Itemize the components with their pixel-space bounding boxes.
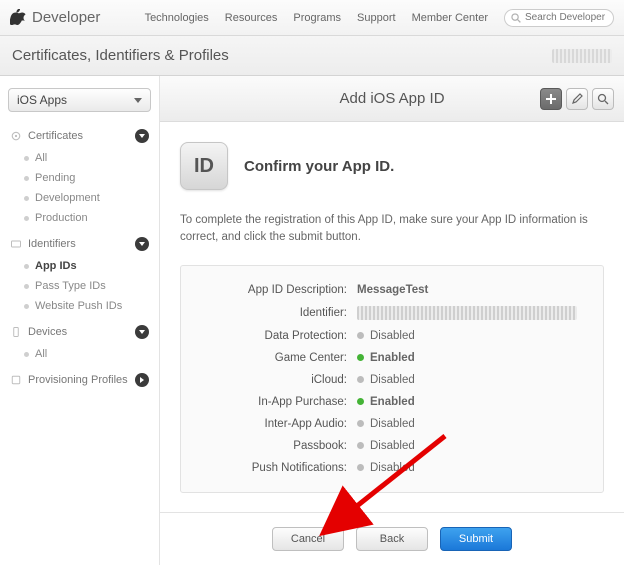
nav-link-technologies[interactable]: Technologies <box>145 12 209 24</box>
platform-selector-label: iOS Apps <box>17 93 67 107</box>
row-data-protection: Data Protection: Disabled <box>197 330 587 342</box>
platform-selector[interactable]: iOS Apps <box>8 88 151 112</box>
nav-group-identifiers: Identifiers App IDs Pass Type IDs Websit… <box>0 230 159 318</box>
nav-header-identifiers[interactable]: Identifiers <box>0 232 159 256</box>
top-nav: Developer Technologies Resources Program… <box>0 0 624 36</box>
hero: ID Confirm your App ID. <box>180 142 604 190</box>
sidebar: iOS Apps Certificates All Pending Develo… <box>0 76 160 565</box>
status-dot-enabled-icon <box>357 398 364 405</box>
status-dot-disabled-icon <box>357 420 364 427</box>
page-title: Certificates, Identifiers & Profiles <box>12 47 229 64</box>
main-panel: Add iOS App ID ID Confirm your App ID. T… <box>160 76 624 565</box>
sidebar-item-pass-type-ids[interactable]: Pass Type IDs <box>0 276 159 296</box>
apple-logo-icon <box>10 9 26 27</box>
status-dot-disabled-icon <box>357 442 364 449</box>
plus-icon <box>545 93 557 105</box>
row-in-app-purchase: In-App Purchase: Enabled <box>197 396 587 408</box>
nav-link-member-center[interactable]: Member Center <box>412 12 488 24</box>
search-wrap[interactable] <box>504 9 614 27</box>
hero-title: Confirm your App ID. <box>244 158 394 175</box>
main-heading: Add iOS App ID <box>339 90 444 107</box>
row-push-notifications: Push Notifications: Disabled <box>197 462 587 474</box>
sidebar-item-production[interactable]: Production <box>0 208 159 228</box>
sidebar-item-development[interactable]: Development <box>0 188 159 208</box>
id-icon <box>10 238 22 250</box>
sidebar-item-website-push-ids[interactable]: Website Push IDs <box>0 296 159 316</box>
chevron-right-icon <box>135 373 149 387</box>
nav-group-certificates: Certificates All Pending Development Pro… <box>0 122 159 230</box>
identifier-redacted <box>357 306 577 320</box>
sidebar-item-devices-all[interactable]: All <box>0 344 159 364</box>
sidebar-item-all[interactable]: All <box>0 148 159 168</box>
main-header: Add iOS App ID <box>160 76 624 122</box>
nav-header-devices[interactable]: Devices <box>0 320 159 344</box>
device-icon <box>10 326 22 338</box>
nav-link-support[interactable]: Support <box>357 12 396 24</box>
search-icon <box>511 13 521 23</box>
pencil-icon <box>571 93 583 105</box>
status-dot-disabled-icon <box>357 332 364 339</box>
nav-group-devices: Devices All <box>0 318 159 366</box>
top-nav-links: Technologies Resources Programs Support … <box>145 12 488 24</box>
back-button[interactable]: Back <box>356 527 428 551</box>
sidebar-item-app-ids[interactable]: App IDs <box>0 256 159 276</box>
instruction-text: To complete the registration of this App… <box>180 212 604 247</box>
account-name-redacted[interactable] <box>552 49 612 63</box>
footer-buttons: Cancel Back Submit <box>160 512 624 565</box>
search-icon <box>597 93 609 105</box>
row-inter-app-audio: Inter-App Audio: Disabled <box>197 418 587 430</box>
search-tool-button[interactable] <box>592 88 614 110</box>
search-input[interactable] <box>521 12 607 23</box>
row-passbook: Passbook: Disabled <box>197 440 587 452</box>
main-content: ID Confirm your App ID. To complete the … <box>160 122 624 512</box>
id-badge-icon: ID <box>180 142 228 190</box>
row-identifier: Identifier: <box>197 306 587 320</box>
status-dot-disabled-icon <box>357 376 364 383</box>
chevron-down-icon <box>135 237 149 251</box>
add-button[interactable] <box>540 88 562 110</box>
cancel-button[interactable]: Cancel <box>272 527 344 551</box>
nav-link-programs[interactable]: Programs <box>293 12 341 24</box>
chevron-down-icon <box>135 325 149 339</box>
status-dot-disabled-icon <box>357 464 364 471</box>
submit-button[interactable]: Submit <box>440 527 512 551</box>
brand-label: Developer <box>32 9 100 26</box>
title-bar: Certificates, Identifiers & Profiles <box>0 36 624 76</box>
confirmation-card: App ID Description: MessageTest Identifi… <box>180 265 604 493</box>
chevron-down-icon <box>135 129 149 143</box>
row-icloud: iCloud: Disabled <box>197 374 587 386</box>
nav-header-provisioning[interactable]: Provisioning Profiles <box>0 368 159 392</box>
nav-header-certificates[interactable]: Certificates <box>0 124 159 148</box>
main-tools <box>540 88 614 110</box>
profile-icon <box>10 374 22 386</box>
gear-icon <box>10 130 22 142</box>
edit-button[interactable] <box>566 88 588 110</box>
nav-link-resources[interactable]: Resources <box>225 12 278 24</box>
row-game-center: Game Center: Enabled <box>197 352 587 364</box>
status-dot-enabled-icon <box>357 354 364 361</box>
row-app-id-description: App ID Description: MessageTest <box>197 284 587 296</box>
nav-group-provisioning: Provisioning Profiles <box>0 366 159 394</box>
caret-down-icon <box>134 98 142 103</box>
sidebar-item-pending[interactable]: Pending <box>0 168 159 188</box>
